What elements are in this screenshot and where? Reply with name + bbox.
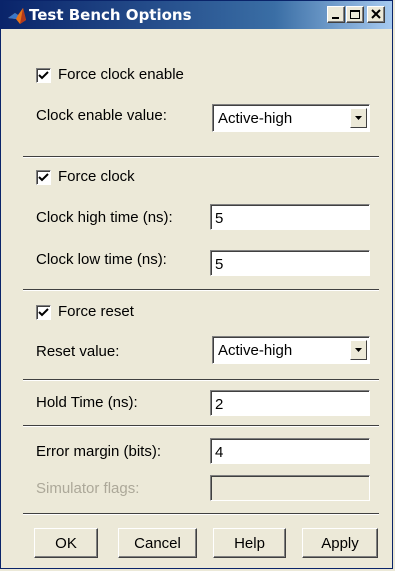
close-button[interactable]: [367, 6, 385, 23]
close-icon: [371, 9, 381, 19]
error-margin-input[interactable]: [210, 438, 370, 464]
simulator-flags-input: [210, 475, 370, 501]
dropdown-arrow-button[interactable]: [350, 340, 367, 360]
reset-value-selected: Active-high: [218, 342, 293, 359]
dropdown-arrow-button[interactable]: [350, 108, 367, 128]
clock-high-time-input[interactable]: [210, 204, 370, 230]
maximize-button[interactable]: [346, 6, 364, 23]
checkbox-box[interactable]: [36, 305, 51, 320]
section-divider: [23, 425, 379, 427]
reset-value-label: Reset value:: [36, 343, 120, 360]
force-clock-label: Force clock: [58, 168, 135, 185]
matlab-logo-icon: [7, 6, 27, 26]
force-clock-enable-label: Force clock enable: [58, 66, 184, 83]
apply-button[interactable]: Apply: [302, 528, 378, 558]
title-bar[interactable]: Test Bench Options: [1, 1, 392, 29]
section-divider: [23, 289, 379, 291]
checkmark-icon: [38, 308, 49, 317]
window-title: Test Bench Options: [29, 6, 192, 24]
chevron-down-icon: [355, 348, 362, 352]
ok-button[interactable]: OK: [34, 528, 98, 558]
reset-value-dropdown[interactable]: Active-high: [212, 336, 370, 364]
clock-enable-value-label: Clock enable value:: [36, 107, 167, 124]
chevron-down-icon: [355, 116, 362, 120]
force-reset-label: Force reset: [58, 303, 134, 320]
clock-high-time-label: Clock high time (ns):: [36, 209, 173, 226]
section-divider: [23, 156, 379, 158]
checkbox-box[interactable]: [36, 170, 51, 185]
error-margin-label: Error margin (bits):: [36, 443, 162, 460]
help-button[interactable]: Help: [213, 528, 286, 558]
checkmark-icon: [38, 173, 49, 182]
hold-time-label: Hold Time (ns):: [36, 394, 138, 411]
checkmark-icon: [38, 71, 49, 80]
clock-low-time-label: Clock low time (ns):: [36, 251, 167, 268]
clock-low-time-input[interactable]: [210, 250, 370, 276]
minimize-icon: [332, 17, 339, 19]
cancel-button[interactable]: Cancel: [118, 528, 197, 558]
clock-enable-value-dropdown[interactable]: Active-high: [212, 104, 370, 132]
clock-enable-value-selected: Active-high: [218, 110, 293, 127]
test-bench-options-dialog: Test Bench Options Force clock enable Cl…: [0, 0, 393, 569]
simulator-flags-label: Simulator flags:: [36, 480, 140, 497]
section-divider: [23, 513, 379, 515]
section-divider: [23, 379, 379, 381]
maximize-icon: [350, 10, 360, 19]
minimize-button[interactable]: [327, 6, 345, 23]
checkbox-box[interactable]: [36, 68, 51, 83]
hold-time-input[interactable]: [210, 390, 370, 416]
